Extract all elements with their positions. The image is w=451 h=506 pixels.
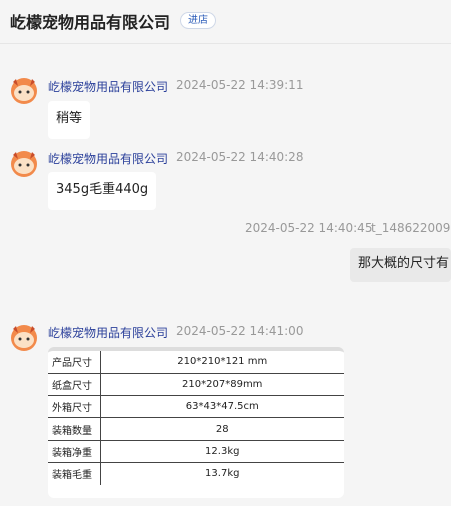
table-row: 装箱净重 12.3kg <box>48 440 344 463</box>
spec-value: 63*43*47.5cm <box>100 395 344 419</box>
spec-label: 装箱数量 <box>48 417 101 441</box>
table-row: 装箱数量 28 <box>48 417 344 441</box>
spec-label: 纸盒尺寸 <box>48 373 101 397</box>
shop-title: 屹檬宠物用品有限公司 <box>10 13 171 32</box>
table-row: 纸盒尺寸 210*207*89mm <box>48 373 344 397</box>
message-bubble: 那大概的尺寸有 <box>350 248 451 282</box>
message-bubble: 345g毛重440g <box>48 172 157 210</box>
spec-label: 装箱毛重 <box>48 462 101 485</box>
shop-avatar-icon <box>11 151 37 177</box>
table-row: 装箱毛重 13.7kg <box>48 462 344 485</box>
message-time: 2024-05-22 14:40:45 <box>245 221 373 235</box>
shop-avatar-icon <box>11 325 37 351</box>
table-row: 产品尺寸 210*210*121 mm <box>48 351 344 374</box>
enter-shop-button[interactable]: 进店 <box>180 12 216 29</box>
spec-label: 装箱净重 <box>48 440 101 463</box>
spec-label: 外箱尺寸 <box>48 395 101 419</box>
message-time: 2024-05-22 14:41:00 <box>176 324 304 338</box>
message-time: 2024-05-22 14:40:28 <box>176 150 304 164</box>
spec-value: 13.7kg <box>205 468 240 480</box>
user-name: t_1486220091 <box>371 221 451 235</box>
spec-table: 产品尺寸 210*210*121 mm 纸盒尺寸 210*207*89mm 外箱… <box>48 351 344 485</box>
spec-value: 210*207*89mm <box>100 373 344 397</box>
spec-image[interactable]: 产品尺寸 210*210*121 mm 纸盒尺寸 210*207*89mm 外箱… <box>48 347 344 498</box>
sender-name[interactable]: 屹檬宠物用品有限公司 <box>48 150 168 167</box>
sender-name[interactable]: 屹檬宠物用品有限公司 <box>48 324 168 341</box>
message-time: 2024-05-22 14:39:11 <box>176 78 304 92</box>
message-bubble: 稍等 <box>48 101 91 139</box>
spec-label: 产品尺寸 <box>48 351 101 374</box>
spec-value: 28 <box>100 417 344 441</box>
shop-avatar-icon <box>11 78 37 104</box>
sender-name[interactable]: 屹檬宠物用品有限公司 <box>48 78 168 95</box>
spec-value: 210*210*121 mm <box>100 351 344 374</box>
chat-header: 屹檬宠物用品有限公司 进店 <box>0 0 451 44</box>
spec-value: 12.3kg <box>100 440 344 463</box>
table-row: 外箱尺寸 63*43*47.5cm <box>48 395 344 419</box>
